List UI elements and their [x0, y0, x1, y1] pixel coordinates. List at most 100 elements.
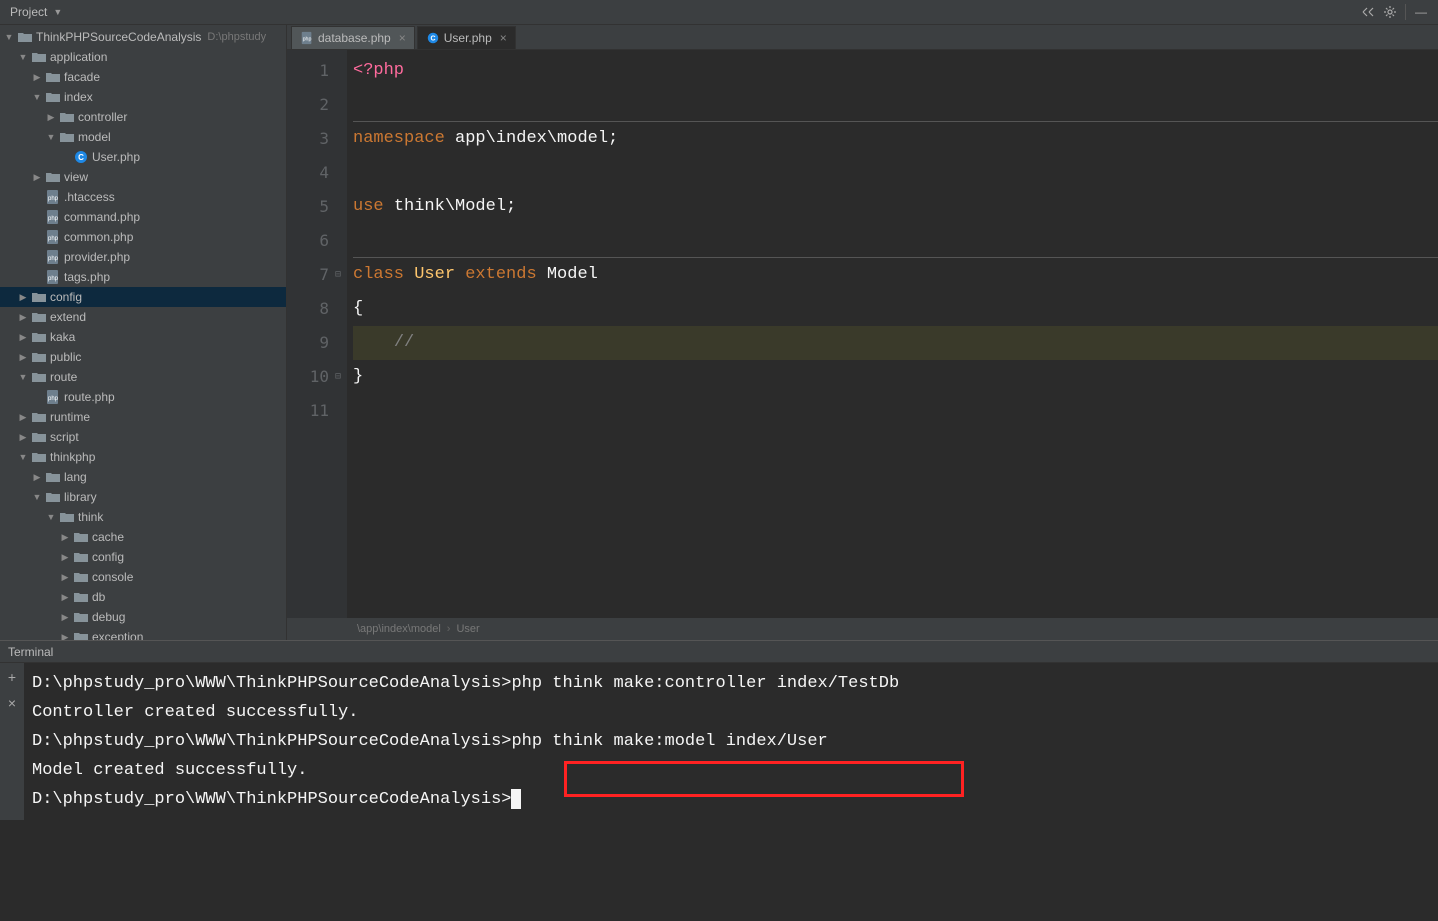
terminal-header[interactable]: Terminal	[0, 641, 1438, 663]
tree-item-facade[interactable]: facade	[0, 67, 286, 87]
tab-user-php[interactable]: CUser.php×	[417, 26, 516, 49]
tree-item-command-php[interactable]: phpcommand.php	[0, 207, 286, 227]
tree-item-kaka[interactable]: kaka	[0, 327, 286, 347]
line-number[interactable]: 4	[287, 156, 329, 190]
code-line[interactable]: <?php	[353, 54, 1438, 88]
fold-mark[interactable]	[331, 122, 345, 156]
expand-arrow-icon[interactable]	[60, 612, 70, 623]
expand-arrow-icon[interactable]	[60, 572, 70, 583]
expand-arrow-icon[interactable]	[60, 552, 70, 563]
tree-item-library[interactable]: library	[0, 487, 286, 507]
line-number[interactable]: 8	[287, 292, 329, 326]
code-line[interactable]: class User extends Model	[353, 258, 1438, 292]
tree-item-extend[interactable]: extend	[0, 307, 286, 327]
fold-mark[interactable]	[331, 224, 345, 258]
tree-item-index[interactable]: index	[0, 87, 286, 107]
expand-arrow-icon[interactable]	[18, 292, 28, 303]
expand-arrow-icon[interactable]	[18, 372, 28, 382]
line-number[interactable]: 11	[287, 394, 329, 428]
code-line[interactable]: namespace app\index\model;	[353, 122, 1438, 156]
tree-item-tags-php[interactable]: phptags.php	[0, 267, 286, 287]
expand-arrow-icon[interactable]	[18, 432, 28, 443]
line-number[interactable]: 6	[287, 224, 329, 258]
tree-item-public[interactable]: public	[0, 347, 286, 367]
tree-item-route[interactable]: route	[0, 367, 286, 387]
expand-arrow-icon[interactable]	[46, 132, 56, 142]
tree-item-thinkphpsourcecodeanalysis[interactable]: ThinkPHPSourceCodeAnalysisD:\phpstudy	[0, 27, 286, 47]
line-number[interactable]: 10	[287, 360, 329, 394]
tree-item-model[interactable]: model	[0, 127, 286, 147]
code-line[interactable]: //	[353, 326, 1438, 360]
expand-arrow-icon[interactable]	[18, 352, 28, 363]
expand-arrow-icon[interactable]	[32, 492, 42, 502]
expand-arrow-icon[interactable]	[46, 112, 56, 123]
expand-arrow-icon[interactable]	[18, 412, 28, 423]
fold-mark[interactable]	[331, 88, 345, 122]
close-tab-icon[interactable]: ×	[399, 31, 406, 45]
expand-arrow-icon[interactable]	[32, 472, 42, 483]
code-editor[interactable]: 1234567891011⊟⊟ <?php namespace app\inde…	[287, 50, 1438, 618]
tree-item-application[interactable]: application	[0, 47, 286, 67]
line-number[interactable]: 9	[287, 326, 329, 360]
breadcrumb[interactable]: \app\index\model › User	[287, 618, 1438, 640]
add-terminal-button[interactable]: +	[8, 669, 16, 685]
tree-item-console[interactable]: console	[0, 567, 286, 587]
expand-arrow-icon[interactable]	[60, 532, 70, 543]
line-number[interactable]: 2	[287, 88, 329, 122]
close-terminal-button[interactable]: ×	[8, 695, 16, 711]
expand-arrow-icon[interactable]	[18, 52, 28, 62]
fold-mark[interactable]	[331, 326, 345, 360]
expand-arrow-icon[interactable]	[4, 32, 14, 42]
hide-button[interactable]: —	[1410, 1, 1432, 23]
tree-item-cache[interactable]: cache	[0, 527, 286, 547]
fold-mark[interactable]	[331, 156, 345, 190]
tree-item-view[interactable]: view	[0, 167, 286, 187]
tree-item-config[interactable]: config	[0, 287, 286, 307]
line-number[interactable]: 3	[287, 122, 329, 156]
tree-item-provider-php[interactable]: phpprovider.php	[0, 247, 286, 267]
collapse-button[interactable]	[1357, 1, 1379, 23]
line-number[interactable]: 5	[287, 190, 329, 224]
fold-mark[interactable]	[331, 190, 345, 224]
expand-arrow-icon[interactable]	[60, 632, 70, 641]
tree-item-exception[interactable]: exception	[0, 627, 286, 640]
fold-mark[interactable]: ⊟	[331, 360, 345, 394]
expand-arrow-icon[interactable]	[60, 592, 70, 603]
tree-item-think[interactable]: think	[0, 507, 286, 527]
fold-mark[interactable]	[331, 292, 345, 326]
code-line[interactable]: }	[353, 360, 1438, 394]
project-dropdown[interactable]: Project ▼	[6, 5, 62, 19]
tree-item-user-php[interactable]: CUser.php	[0, 147, 286, 167]
line-number[interactable]: 7	[287, 258, 329, 292]
expand-arrow-icon[interactable]	[18, 332, 28, 343]
tree-item-config[interactable]: config	[0, 547, 286, 567]
fold-mark[interactable]	[331, 394, 345, 428]
tree-item-route-php[interactable]: phproute.php	[0, 387, 286, 407]
expand-arrow-icon[interactable]	[32, 172, 42, 183]
line-number[interactable]: 1	[287, 54, 329, 88]
expand-arrow-icon[interactable]	[32, 92, 42, 102]
tree-item-debug[interactable]: debug	[0, 607, 286, 627]
tree-item-runtime[interactable]: runtime	[0, 407, 286, 427]
tree-item-thinkphp[interactable]: thinkphp	[0, 447, 286, 467]
fold-mark[interactable]	[331, 54, 345, 88]
expand-arrow-icon[interactable]	[18, 452, 28, 462]
code-line[interactable]	[353, 394, 1438, 428]
settings-button[interactable]	[1379, 1, 1401, 23]
code-line[interactable]	[353, 156, 1438, 190]
terminal-output[interactable]: D:\phpstudy_pro\WWW\ThinkPHPSourceCodeAn…	[24, 663, 1438, 820]
expand-arrow-icon[interactable]	[18, 312, 28, 323]
tree-item-common-php[interactable]: phpcommon.php	[0, 227, 286, 247]
code-line[interactable]: use think\Model;	[353, 190, 1438, 224]
tree-item-lang[interactable]: lang	[0, 467, 286, 487]
expand-arrow-icon[interactable]	[46, 512, 56, 522]
tree-item-controller[interactable]: controller	[0, 107, 286, 127]
expand-arrow-icon[interactable]	[32, 72, 42, 83]
fold-mark[interactable]: ⊟	[331, 258, 345, 292]
code-line[interactable]	[353, 224, 1438, 258]
tab-database-php[interactable]: phpdatabase.php×	[291, 26, 415, 49]
code-line[interactable]	[353, 88, 1438, 122]
tree-item-db[interactable]: db	[0, 587, 286, 607]
code-line[interactable]: {	[353, 292, 1438, 326]
tree-item--htaccess[interactable]: php.htaccess	[0, 187, 286, 207]
